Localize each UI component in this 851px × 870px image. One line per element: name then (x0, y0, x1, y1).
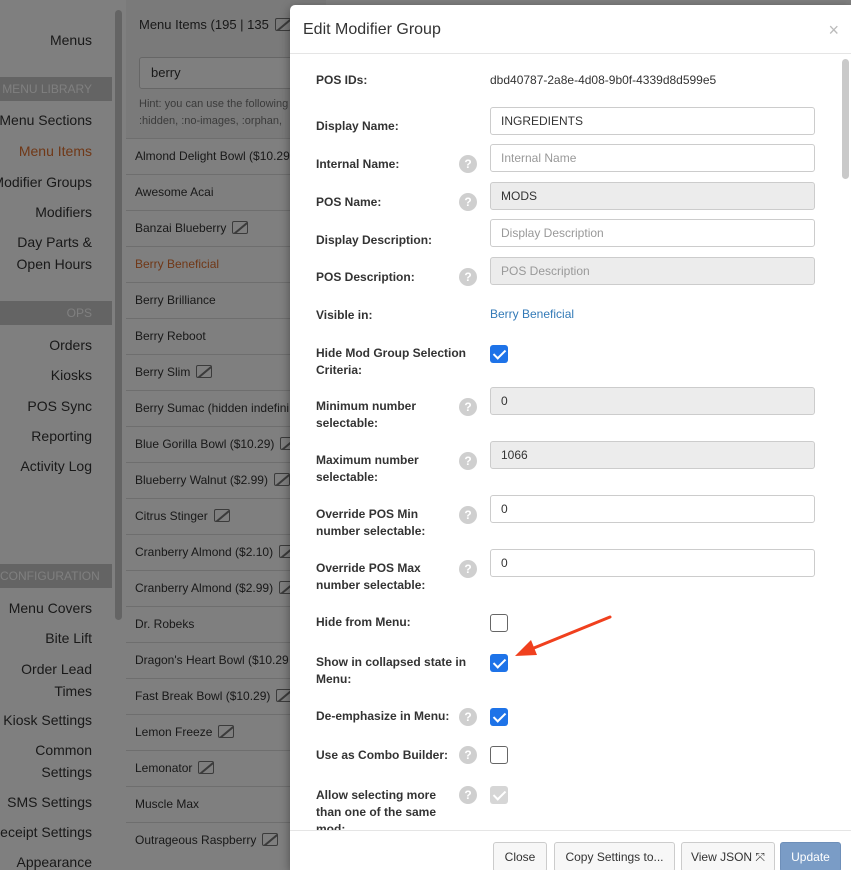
combo-builder-label: Use as Combo Builder: (316, 748, 449, 762)
pos-description-textarea[interactable]: POS Description (490, 257, 815, 285)
pos-description-label: POS Description: (316, 270, 415, 284)
override-max-input[interactable]: 0 (490, 549, 815, 577)
combo-builder-checkbox[interactable] (490, 746, 508, 764)
modal-header: Edit Modifier Group × (290, 5, 851, 54)
collapsed-line1: Show in collapsed state in (316, 655, 467, 669)
ovr-max-line1: Override POS Max (316, 561, 421, 575)
visible-in-link[interactable]: Berry Beneficial (490, 307, 574, 321)
allow-more-line1: Allow selecting more (316, 788, 437, 802)
collapsed-line2: Menu: (316, 672, 352, 686)
help-icon[interactable]: ? (459, 506, 477, 524)
display-name-input[interactable]: INGREDIENTS (490, 107, 815, 135)
override-min-label: Override POS Min number selectable: (316, 506, 481, 540)
help-icon[interactable]: ? (459, 786, 477, 804)
allow-multiple-checkbox[interactable] (490, 786, 508, 804)
hide-criteria-line2: Criteria: (316, 363, 363, 377)
de-emphasize-checkbox[interactable] (490, 708, 508, 726)
help-icon[interactable]: ? (459, 193, 477, 211)
override-max-label: Override POS Max number selectable: (316, 560, 481, 594)
allow-multiple-label: Allow selecting more than one of the sam… (316, 787, 481, 830)
help-icon[interactable]: ? (459, 398, 477, 416)
view-json-button[interactable]: View JSON ⤧ (681, 842, 775, 870)
modal-footer: Close Copy Settings to... View JSON ⤧ Up… (290, 830, 851, 870)
ovr-min-line1: Override POS Min (316, 507, 419, 521)
help-icon[interactable]: ? (459, 268, 477, 286)
close-icon[interactable]: × (828, 21, 839, 39)
allow-more-line3: mod: (316, 822, 346, 830)
close-button[interactable]: Close (493, 842, 547, 870)
max-label-line1: Maximum number (316, 453, 419, 467)
de-emphasize-label: De-emphasize in Menu: (316, 709, 450, 723)
allow-more-line2: than one of the same (316, 805, 437, 819)
annotation-arrow-icon (515, 615, 612, 656)
min-label-line1: Minimum number (316, 399, 417, 413)
help-icon[interactable]: ? (459, 560, 477, 578)
modal-title: Edit Modifier Group (303, 21, 441, 38)
hide-criteria-line1: Hide Mod Group Selection (316, 346, 467, 360)
help-icon[interactable]: ? (459, 452, 477, 470)
max-selectable-label: Maximum number selectable: (316, 452, 481, 486)
pos-name-label: POS Name: (316, 195, 382, 209)
max-selectable-input[interactable]: 1066 (490, 441, 815, 469)
min-selectable-label: Minimum number selectable: (316, 398, 481, 432)
modal-scrollbar[interactable] (842, 59, 849, 179)
max-label-line2: selectable: (316, 470, 379, 484)
internal-name-input[interactable]: Internal Name (490, 144, 815, 172)
hide-criteria-checkbox[interactable] (490, 345, 508, 363)
override-min-input[interactable]: 0 (490, 495, 815, 523)
internal-name-label: Internal Name: (316, 157, 400, 171)
pos-ids-label: POS IDs: (316, 73, 368, 87)
hide-from-menu-label: Hide from Menu: (316, 615, 411, 629)
min-label-line2: selectable: (316, 416, 379, 430)
help-icon[interactable]: ? (459, 155, 477, 173)
help-icon[interactable]: ? (459, 708, 477, 726)
collapsed-state-label: Show in collapsed state in Menu: (316, 654, 481, 688)
pos-name-input[interactable]: MODS (490, 182, 815, 210)
copy-settings-button[interactable]: Copy Settings to... (554, 842, 675, 870)
visible-in-label: Visible in: (316, 308, 373, 322)
update-button[interactable]: Update (780, 842, 841, 870)
help-icon[interactable]: ? (459, 746, 477, 764)
modal-body: POS IDs: dbd40787-2a8e-4d08-9b0f-4339d8d… (290, 55, 851, 830)
ovr-min-line2: number selectable: (316, 524, 426, 538)
min-selectable-input[interactable]: 0 (490, 387, 815, 415)
edit-modifier-group-modal: Edit Modifier Group × POS IDs: dbd40787-… (290, 5, 851, 870)
hide-criteria-label: Hide Mod Group Selection Criteria: (316, 345, 481, 379)
display-name-label: Display Name: (316, 119, 399, 133)
ovr-max-line2: number selectable: (316, 578, 426, 592)
pos-ids-value: dbd40787-2a8e-4d08-9b0f-4339d8d599e5 (490, 73, 717, 87)
display-description-label: Display Description: (316, 233, 433, 247)
display-description-textarea[interactable]: Display Description (490, 219, 815, 247)
